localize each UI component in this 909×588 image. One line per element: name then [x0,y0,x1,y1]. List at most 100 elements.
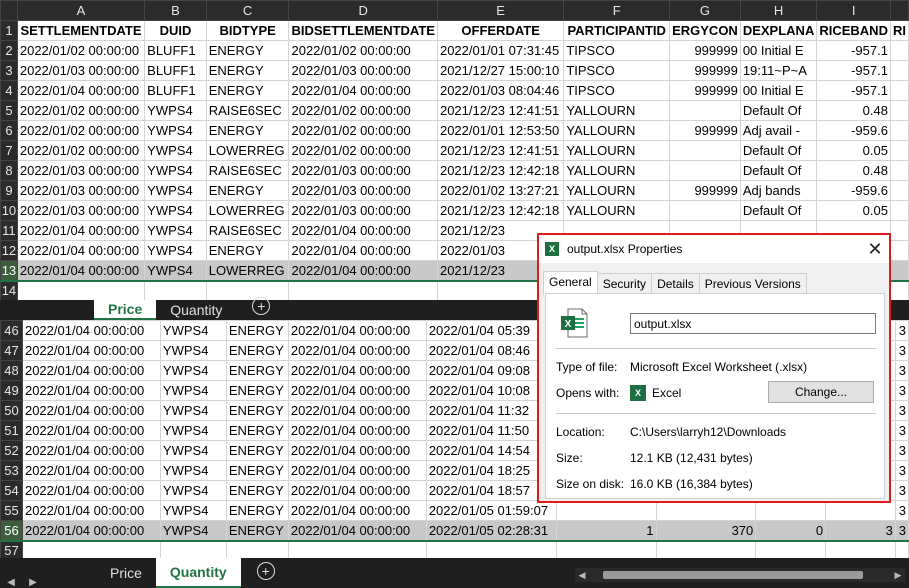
cell[interactable]: BLUFF1 [144,80,207,101]
cell[interactable] [655,500,757,521]
cell[interactable]: ENERGY [225,480,289,501]
cell[interactable]: 999999 [669,80,741,101]
cell[interactable]: TIPSCO [563,80,671,101]
cell[interactable]: YWPS4 [144,160,207,181]
cell[interactable]: 0.05 [816,200,891,221]
cell[interactable] [825,500,896,521]
cell[interactable]: ENERGY [205,60,290,81]
cell[interactable]: 3 [894,340,909,361]
sheet-tab-price[interactable]: Price [96,558,156,588]
header-cell[interactable]: SETTLEMENTDATE [16,20,146,41]
cell[interactable]: 2022/01/04 00:00:00 [16,220,146,241]
cell[interactable] [889,260,909,282]
horizontal-scrollbar[interactable]: ◀ ▶ [575,568,905,582]
cell[interactable]: 2022/01/04 00:00:00 [287,400,427,421]
cell[interactable] [669,140,741,161]
header-cell[interactable]: ERGYCON [669,20,741,41]
cell[interactable]: ENERGY [225,380,289,401]
cell[interactable] [16,280,146,300]
column-header[interactable]: D [288,0,438,21]
cell[interactable] [669,200,741,221]
cell[interactable] [225,540,289,558]
header-cell[interactable]: DEXPLANA [739,20,818,41]
cell[interactable]: 2022/01/05 01:59:07 [425,500,557,521]
row-header[interactable]: 14 [0,280,18,300]
cell[interactable]: YWPS4 [144,240,207,261]
cell[interactable]: 370 [655,520,757,542]
cell[interactable]: LOWERREG [205,140,290,161]
cell[interactable]: Adj bands [739,180,818,201]
cell[interactable] [755,540,827,558]
cell[interactable]: 3 [894,460,909,481]
cell[interactable] [21,540,161,558]
cell[interactable]: 00 Initial E [739,40,818,61]
scrollbar-thumb[interactable] [603,571,863,579]
row-header[interactable]: 1 [0,20,18,41]
cell[interactable]: ENERGY [225,400,289,421]
tab-details[interactable]: Details [651,273,700,295]
cell[interactable]: 3 [894,380,909,401]
cell[interactable]: 2022/01/04 00:00:00 [21,460,161,481]
cell[interactable]: ENERGY [205,80,290,101]
column-header[interactable]: C [205,0,290,21]
header-cell[interactable]: DUID [144,20,207,41]
cell[interactable]: 2022/01/02 00:00:00 [288,120,438,141]
row-header[interactable]: 11 [0,220,18,241]
row-header[interactable]: 13 [0,260,18,282]
cell[interactable]: 2022/01/04 00:00:00 [288,80,438,101]
cell[interactable]: YWPS4 [159,500,227,521]
cell[interactable]: YWPS4 [159,480,227,501]
cell[interactable]: 2022/01/04 00:00:00 [21,360,161,381]
cell[interactable]: Default Of [739,160,818,181]
cell[interactable]: 2022/01/04 00:00:00 [287,380,427,401]
cell[interactable]: YALLOURN [563,120,671,141]
cell[interactable] [825,540,896,558]
cell[interactable]: YWPS4 [159,380,227,401]
cell[interactable]: 2022/01/04 00:00:00 [21,400,161,421]
row-header[interactable]: 57 [0,540,23,558]
cell[interactable] [889,80,909,101]
cell[interactable]: 999999 [669,120,741,141]
cell[interactable]: 2022/01/04 00:00:00 [288,240,438,261]
cell[interactable]: ENERGY [225,440,289,461]
cell[interactable]: YALLOURN [563,180,671,201]
cell[interactable]: 2022/01/02 13:27:21 [436,180,565,201]
cell[interactable]: 2022/01/04 00:00:00 [288,260,438,282]
cell[interactable]: YWPS4 [159,520,227,542]
row-header[interactable]: 49 [0,380,23,401]
cell[interactable]: ENERGY [205,120,290,141]
row-header[interactable]: 5 [0,100,18,121]
cell[interactable] [655,540,757,558]
column-header[interactable]: G [669,0,741,21]
cell[interactable] [889,220,909,241]
cell[interactable] [555,500,657,521]
cell[interactable]: YWPS4 [144,220,207,241]
column-header[interactable] [889,0,909,21]
row-header[interactable]: 3 [0,60,18,81]
cell[interactable] [889,280,909,300]
cell[interactable]: 2022/01/02 00:00:00 [16,40,146,61]
dialog-titlebar[interactable]: X output.xlsx Properties ✕ [539,235,889,263]
cell[interactable] [889,200,909,221]
cell[interactable] [288,280,438,300]
cell[interactable]: -957.1 [816,40,891,61]
cell[interactable] [889,60,909,81]
header-cell[interactable]: PARTICIPANTID [563,20,671,41]
cell[interactable] [755,500,827,521]
cell[interactable] [144,280,207,300]
cell[interactable]: 2022/01/03 00:00:00 [288,160,438,181]
cell[interactable]: 2022/01/03 00:00:00 [288,180,438,201]
cell[interactable]: 2022/01/04 00:00:00 [21,500,161,521]
cell[interactable]: 19:11~P~A [739,60,818,81]
cell[interactable]: ENERGY [225,500,289,521]
cell[interactable]: 2022/01/03 00:00:00 [16,180,146,201]
cell[interactable]: 2022/01/04 00:00:00 [288,220,438,241]
tab-previous-versions[interactable]: Previous Versions [698,273,807,295]
cell[interactable]: YWPS4 [159,420,227,441]
row-header[interactable]: 53 [0,460,23,481]
cell[interactable]: 2022/01/03 00:00:00 [288,60,438,81]
cell[interactable]: TIPSCO [563,60,671,81]
cell[interactable] [669,160,741,181]
cell[interactable]: Default Of [739,200,818,221]
cell[interactable]: YWPS4 [159,360,227,381]
